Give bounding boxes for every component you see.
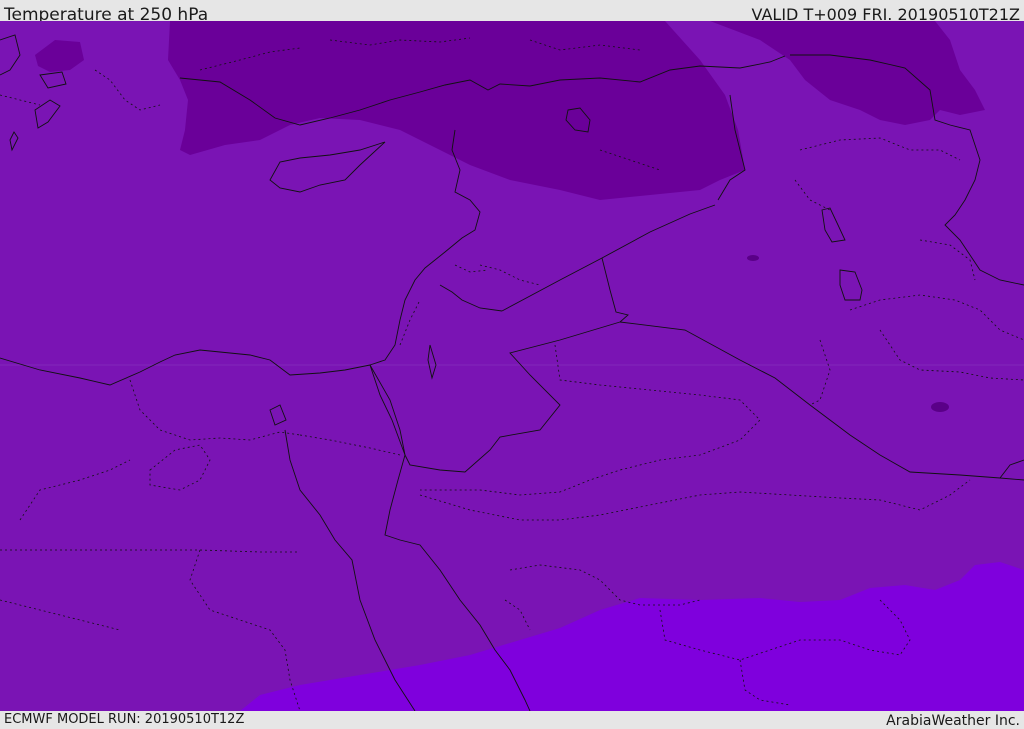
footer-bar: ECMWF MODEL RUN: 20190510T12Z ArabiaWeat… — [0, 711, 1024, 729]
credit-label: ArabiaWeather Inc. — [886, 713, 1020, 729]
temperature-map[interactable] — [0, 21, 1024, 711]
lake-spot-small — [747, 255, 759, 261]
header-bar: Temperature at 250 hPa VALID T+009 FRI. … — [0, 0, 1024, 25]
map-canvas — [0, 21, 1024, 711]
model-run-label: ECMWF MODEL RUN: 20190510T12Z — [4, 712, 245, 727]
lake-spot — [931, 402, 949, 412]
